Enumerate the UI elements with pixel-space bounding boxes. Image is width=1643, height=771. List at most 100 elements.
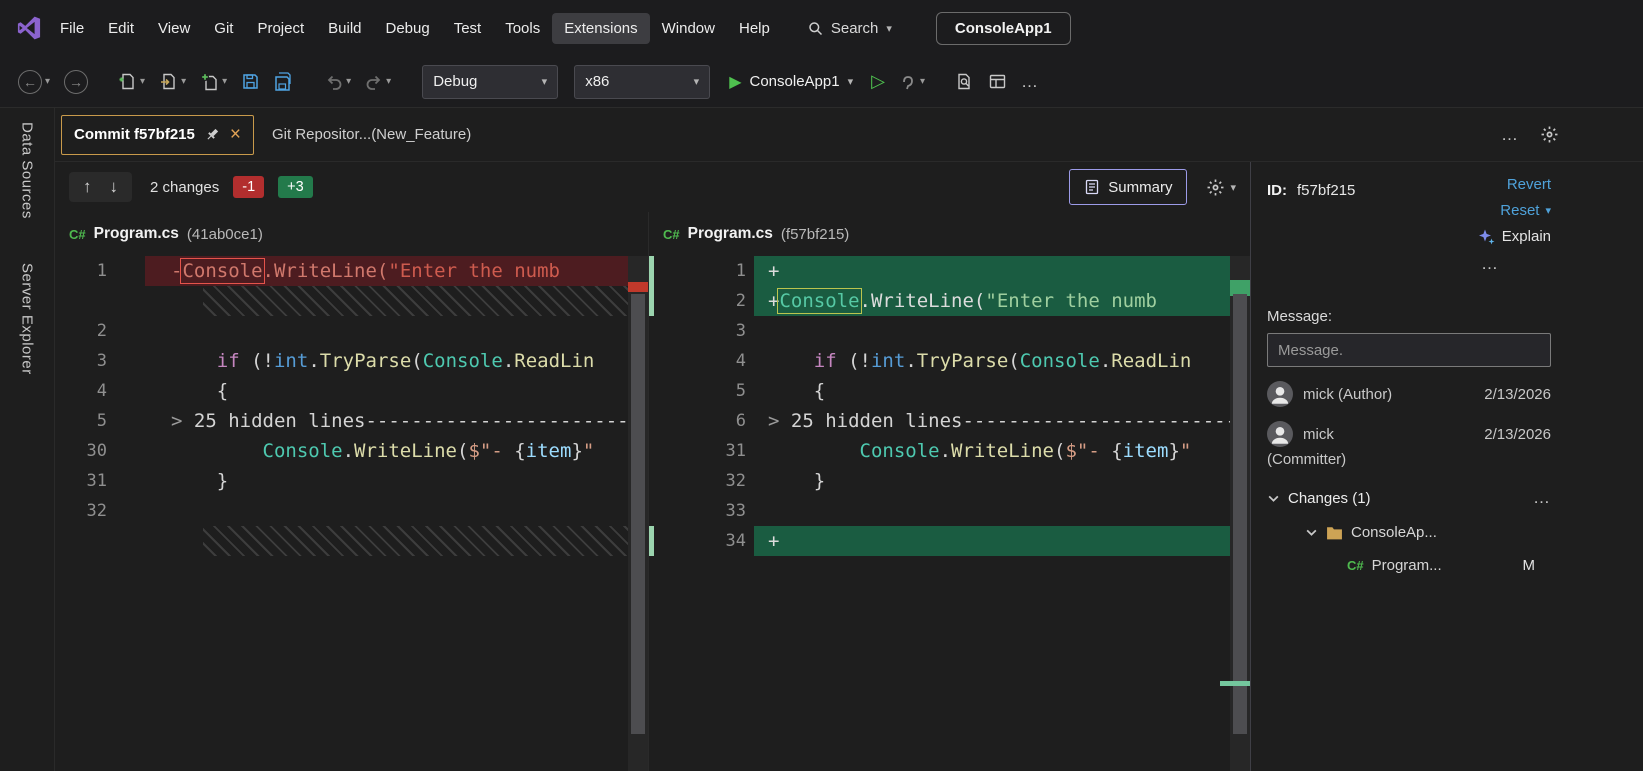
summary-button[interactable]: Summary: [1069, 169, 1188, 205]
author-date: 2/13/2026: [1484, 385, 1551, 403]
menu-test[interactable]: Test: [442, 13, 494, 44]
scrollbar-thumb[interactable]: [631, 294, 645, 734]
menu-help[interactable]: Help: [727, 13, 782, 44]
code-token: }: [1168, 440, 1180, 462]
menu-tools[interactable]: Tools: [493, 13, 552, 44]
expand-hidden-lines-icon[interactable]: >: [171, 410, 194, 432]
close-icon[interactable]: ×: [230, 125, 241, 144]
changes-tree-file[interactable]: C# Program... M: [1267, 557, 1551, 574]
hidden-lines-row[interactable]: 6 > 25 hidden lines----------------------…: [649, 406, 1230, 436]
side-rail-data-sources[interactable]: Data Sources: [19, 122, 36, 219]
add-new-item-button[interactable]: ▾: [196, 68, 231, 95]
line-number: 1: [735, 261, 746, 281]
line-number: 32: [86, 501, 107, 521]
next-change-button[interactable]: ↓: [110, 177, 119, 197]
previous-change-button[interactable]: ↑: [83, 177, 92, 197]
after-code-editor[interactable]: 1 +2 +Console.WriteLine("Enter the numb 3 4 …: [649, 256, 1230, 556]
code-token: (: [457, 440, 469, 462]
window-layout-button[interactable]: [984, 68, 1011, 95]
chevron-down-icon: [1305, 526, 1318, 539]
menu-debug[interactable]: Debug: [374, 13, 442, 44]
hidden-lines-row[interactable]: 5 > 25 hidden lines----------------------…: [55, 406, 628, 436]
start-without-debugging-button[interactable]: ▷: [867, 67, 889, 96]
chevron-down-icon[interactable]: ▾: [222, 76, 227, 87]
content-area: Commit f57bf215 × Git Repositor...(New_F…: [55, 108, 1643, 771]
tab-commit[interactable]: Commit f57bf215 ×: [61, 114, 254, 155]
code-line-3: 3: [649, 316, 1230, 346]
file-status-modified: M: [1522, 557, 1536, 574]
attach-to-process-button[interactable]: ▾: [895, 69, 929, 95]
changes-tree-folder[interactable]: ConsoleAp...: [1267, 524, 1551, 541]
copilot-sparkle-icon: [1478, 228, 1495, 245]
redo-button[interactable]: ▾: [361, 69, 395, 95]
after-pane-scrollbar[interactable]: [1220, 256, 1250, 771]
code-line-2: 2 +Console.WriteLine("Enter the numb: [649, 286, 1230, 316]
account-badge[interactable]: ConsoleApp1: [935, 11, 1071, 45]
before-pane-scrollbar[interactable]: [628, 256, 648, 771]
tab-git-repository[interactable]: Git Repositor...(New_Feature): [254, 126, 489, 143]
side-rail-server-explorer[interactable]: Server Explorer: [19, 263, 36, 375]
chevron-down-icon[interactable]: ▾: [45, 76, 50, 87]
chevron-down-icon[interactable]: ▾: [181, 76, 186, 87]
diff-settings[interactable]: ▾: [1207, 179, 1236, 196]
menu-git[interactable]: Git: [202, 13, 245, 44]
scrollbar-thumb[interactable]: [1233, 294, 1247, 734]
save-button[interactable]: [237, 68, 264, 95]
changes-section-header[interactable]: Changes (1) …: [1267, 488, 1551, 508]
code-token: "Enter the numb: [985, 290, 1157, 312]
chevron-down-icon: ▾: [1545, 205, 1551, 217]
navigate-back-button[interactable]: ← ▾: [14, 66, 54, 98]
new-project-button[interactable]: ▾: [114, 68, 149, 95]
code-token: int: [870, 350, 906, 372]
code-token: .WriteLine(: [262, 260, 389, 282]
open-file-button[interactable]: ▾: [155, 68, 190, 95]
code-line-31: 31 }: [55, 466, 628, 496]
line-number: 4: [735, 351, 746, 371]
changes-overflow-button[interactable]: …: [1533, 488, 1551, 508]
code-line-2: 2: [55, 316, 628, 346]
tabstrip-overflow-button[interactable]: …: [1501, 125, 1519, 145]
find-in-files-button[interactable]: [951, 68, 978, 95]
line-content: +Console.WriteLine("Enter the numb: [754, 286, 1230, 316]
chevron-down-icon[interactable]: ▾: [386, 76, 391, 87]
reset-dropdown[interactable]: Reset ▾: [1500, 202, 1551, 219]
chevron-down-icon[interactable]: ▾: [140, 76, 145, 87]
menu-view[interactable]: View: [146, 13, 202, 44]
line-content: > 25 hidden lines-----------------------…: [145, 406, 628, 436]
gear-icon[interactable]: [1541, 126, 1558, 143]
code-token: .: [939, 440, 952, 462]
code-token: {: [768, 380, 826, 402]
explain-label: Explain: [1501, 228, 1551, 245]
chevron-down-icon[interactable]: ▾: [346, 76, 351, 87]
navigate-forward-button[interactable]: →: [60, 66, 92, 98]
toolbar-overflow-button[interactable]: …: [1017, 68, 1043, 96]
chevron-down-icon[interactable]: ▾: [920, 76, 925, 87]
menu-window[interactable]: Window: [650, 13, 727, 44]
save-all-button[interactable]: [270, 68, 299, 96]
menu-edit[interactable]: Edit: [96, 13, 146, 44]
standard-toolbar: ← ▾ → ▾ ▾ ▾ ▾ ▾ Debug ▾ x86 ▾ ▶ ConsoleA…: [0, 56, 1643, 108]
menu-extensions[interactable]: Extensions: [552, 12, 650, 44]
menu-project[interactable]: Project: [245, 13, 316, 44]
expand-hidden-lines-icon[interactable]: >: [768, 410, 791, 432]
code-token: item: [1122, 440, 1169, 462]
explain-button[interactable]: Explain: [1478, 228, 1551, 245]
solution-platform-dropdown[interactable]: x86 ▾: [574, 64, 711, 99]
menu-build[interactable]: Build: [316, 13, 373, 44]
solution-configuration-dropdown[interactable]: Debug ▾: [422, 64, 559, 99]
actions-overflow-button[interactable]: …: [1481, 254, 1499, 274]
code-token: +: [768, 260, 780, 282]
visual-studio-logo-icon[interactable]: [10, 14, 48, 42]
menu-file[interactable]: File: [48, 13, 96, 44]
line-content: if (!int.TryParse(Console.ReadLin: [754, 346, 1230, 376]
line-number: 30: [86, 441, 107, 461]
revert-link[interactable]: Revert: [1507, 176, 1551, 193]
commit-message-input[interactable]: [1267, 333, 1551, 367]
search-control[interactable]: Search ▾: [808, 20, 892, 37]
line-content: [145, 496, 628, 526]
pin-icon[interactable]: [205, 127, 220, 142]
before-code-editor[interactable]: 1 -Console.WriteLine("Enter the numb 2 3 if…: [55, 256, 628, 556]
start-debugging-button[interactable]: ▶ ConsoleApp1 ▾: [729, 72, 853, 92]
undo-button[interactable]: ▾: [321, 69, 355, 95]
redo-icon: [365, 73, 383, 91]
